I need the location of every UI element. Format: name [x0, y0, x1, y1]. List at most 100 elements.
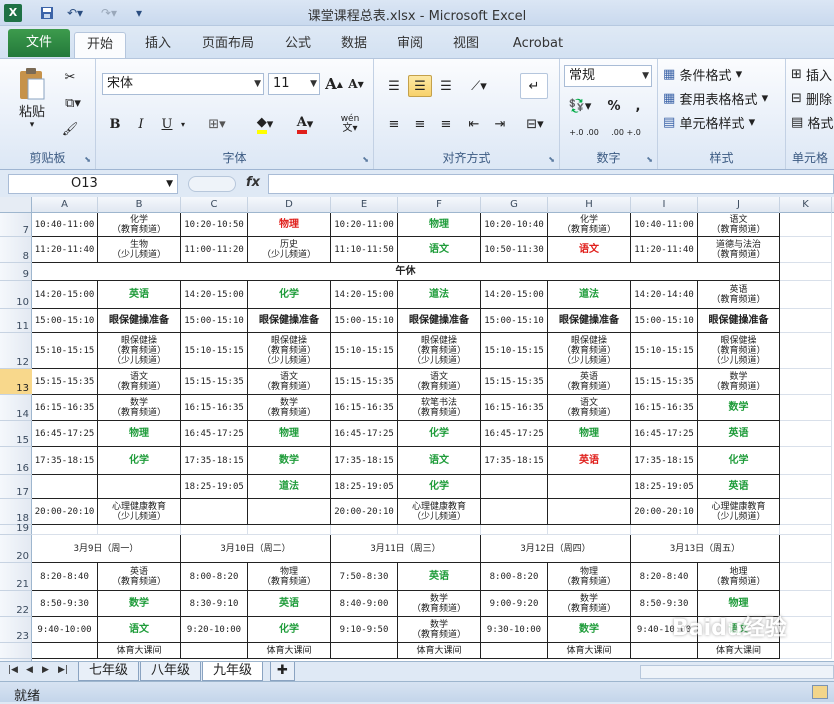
subject-cell[interactable]: 道法 — [398, 281, 481, 309]
merge-center-icon[interactable]: ⊟▾ — [518, 113, 552, 135]
grid-cell[interactable] — [331, 525, 398, 535]
row-header-22[interactable]: 22 — [0, 591, 32, 617]
time-cell[interactable]: 10:20-11:00 — [331, 213, 398, 237]
grid-cell[interactable] — [780, 447, 832, 475]
time-cell[interactable]: 10:50-11:30 — [481, 237, 548, 263]
row-header-12[interactable]: 12 — [0, 333, 32, 369]
select-all-corner[interactable] — [0, 197, 32, 213]
subject-cell[interactable]: 数学 （教育频道） — [248, 395, 331, 421]
grid-cell[interactable] — [780, 499, 832, 525]
time-cell[interactable] — [181, 499, 248, 525]
time-cell[interactable]: 17:35-18:15 — [331, 447, 398, 475]
time-cell[interactable] — [32, 475, 98, 499]
time-cell[interactable]: 14:20-15:00 — [331, 281, 398, 309]
time-cell[interactable]: 14:20-14:40 — [631, 281, 698, 309]
time-cell[interactable] — [331, 643, 398, 659]
time-cell[interactable]: 10:20-10:50 — [181, 213, 248, 237]
time-cell[interactable]: 15:10-15:15 — [331, 333, 398, 369]
time-cell[interactable]: 9:30-10:00 — [481, 617, 548, 643]
subject-cell[interactable]: 英语 （教育频道） — [98, 563, 181, 591]
fill-color-icon[interactable]: ◆ ▾ — [248, 113, 282, 135]
subject-cell[interactable]: 物理 — [98, 421, 181, 447]
time-cell[interactable]: 15:00-15:10 — [481, 309, 548, 333]
increase-decimal-button[interactable]: +.0 .00 — [564, 121, 604, 143]
cut-icon[interactable]: ✂ — [58, 67, 82, 87]
row-header-18[interactable]: 18 — [0, 499, 32, 525]
column-header-f[interactable]: F — [398, 197, 481, 213]
grid-cell[interactable] — [780, 309, 832, 333]
insert-sheet-icon[interactable]: ✚ — [270, 662, 295, 681]
subject-cell[interactable]: 道法 — [248, 475, 331, 499]
time-cell[interactable]: 15:00-15:10 — [631, 309, 698, 333]
time-cell[interactable]: 17:35-18:15 — [481, 447, 548, 475]
grid-cell[interactable] — [780, 421, 832, 447]
subject-cell[interactable]: 物理 — [248, 213, 331, 237]
tab-view[interactable]: 视图 — [444, 32, 488, 58]
subject-cell[interactable]: 语文 （教育频道） — [698, 213, 780, 237]
orientation-icon[interactable]: ⟋▾ — [464, 75, 494, 97]
first-sheet-icon[interactable]: |◀ — [8, 665, 18, 675]
row-header-15[interactable]: 15 — [0, 421, 32, 447]
subject-cell[interactable]: 物理 （教育频道） — [548, 563, 631, 591]
conditional-format-button[interactable]: ▦ 条件格式 ▾ — [662, 63, 780, 85]
subject-cell[interactable]: 数学 — [248, 447, 331, 475]
subject-cell[interactable]: 历史 （少儿频道） — [248, 237, 331, 263]
grid-cell[interactable] — [780, 369, 832, 395]
tab-acrobat[interactable]: Acrobat — [502, 32, 574, 58]
tab-insert[interactable]: 插入 — [134, 32, 182, 58]
number-format-combo[interactable]: 常规 ▼ — [564, 65, 652, 87]
time-cell[interactable]: 11:20-11:40 — [32, 237, 98, 263]
lunch-break-cell[interactable]: 午休 — [32, 263, 780, 281]
row-header-17[interactable]: 17 — [0, 475, 32, 499]
subject-cell[interactable] — [548, 499, 631, 525]
column-header-i[interactable]: I — [631, 197, 698, 213]
increase-indent-icon[interactable]: ⇥ — [488, 113, 512, 135]
column-header-h[interactable]: H — [548, 197, 631, 213]
subject-cell[interactable]: 眼保健操准备 — [398, 309, 481, 333]
time-cell[interactable]: 14:20-15:00 — [481, 281, 548, 309]
subject-cell[interactable]: 软笔书法 （教育频道） — [398, 395, 481, 421]
grid-cell[interactable] — [780, 525, 832, 535]
row-header-10[interactable]: 10 — [0, 281, 32, 309]
subject-cell[interactable]: 眼保健操 （教育频道） （少儿频道） — [698, 333, 780, 369]
time-cell[interactable] — [32, 643, 98, 659]
font-size-combo[interactable]: 11 ▼ — [268, 73, 320, 95]
subject-cell[interactable]: 生物 （少儿频道） — [98, 237, 181, 263]
time-cell[interactable]: 20:00-20:10 — [32, 499, 98, 525]
time-cell[interactable]: 8:20-8:40 — [32, 563, 98, 591]
time-cell[interactable]: 9:40-10:00 — [32, 617, 98, 643]
subject-cell[interactable]: 眼保健操 （教育频道） （少儿频道） — [98, 333, 181, 369]
grid-cell[interactable] — [32, 525, 98, 535]
row-header-partial[interactable] — [0, 643, 32, 659]
time-cell[interactable]: 15:15-15:35 — [32, 369, 98, 395]
paste-button[interactable]: 粘贴 ▾ — [14, 63, 50, 133]
column-header-d[interactable]: D — [248, 197, 331, 213]
subject-cell[interactable]: 数学 （教育频道） — [698, 369, 780, 395]
time-cell[interactable]: 15:15-15:35 — [331, 369, 398, 395]
time-cell[interactable]: 17:35-18:15 — [32, 447, 98, 475]
time-cell[interactable]: 8:00-8:20 — [481, 563, 548, 591]
subject-cell[interactable]: 物理 — [398, 213, 481, 237]
borders-icon[interactable]: ⊞▾ — [200, 113, 234, 135]
time-cell[interactable]: 16:15-16:35 — [631, 395, 698, 421]
grid-cell[interactable] — [698, 525, 780, 535]
subject-cell[interactable]: 化学 — [98, 447, 181, 475]
time-cell[interactable]: 8:50-9:30 — [32, 591, 98, 617]
tab-formulas[interactable]: 公式 — [276, 32, 320, 58]
grid-cell[interactable] — [398, 525, 481, 535]
time-cell[interactable]: 15:00-15:10 — [181, 309, 248, 333]
subject-cell[interactable]: 语文 （教育频道） — [398, 369, 481, 395]
subject-cell[interactable]: 眼保健操准备 — [548, 309, 631, 333]
sheet-tab-grade7[interactable]: 七年级 — [78, 662, 140, 681]
tab-review[interactable]: 审阅 — [388, 32, 432, 58]
subject-cell[interactable]: 数学 （教育频道） — [548, 591, 631, 617]
wrap-text-icon[interactable]: ↵ — [520, 73, 548, 99]
grow-font-button[interactable]: A ▲ — [324, 73, 344, 95]
time-cell[interactable]: 18:25-19:05 — [181, 475, 248, 499]
subject-cell[interactable]: 道德与法治 （教育频道） — [698, 237, 780, 263]
next-sheet-icon[interactable]: ▶ — [42, 665, 49, 675]
grid-cell[interactable] — [780, 281, 832, 309]
subject-cell[interactable]: 眼保健操准备 — [248, 309, 331, 333]
align-top-icon[interactable]: ☰ — [382, 75, 406, 97]
time-cell[interactable]: 16:45-17:25 — [481, 421, 548, 447]
